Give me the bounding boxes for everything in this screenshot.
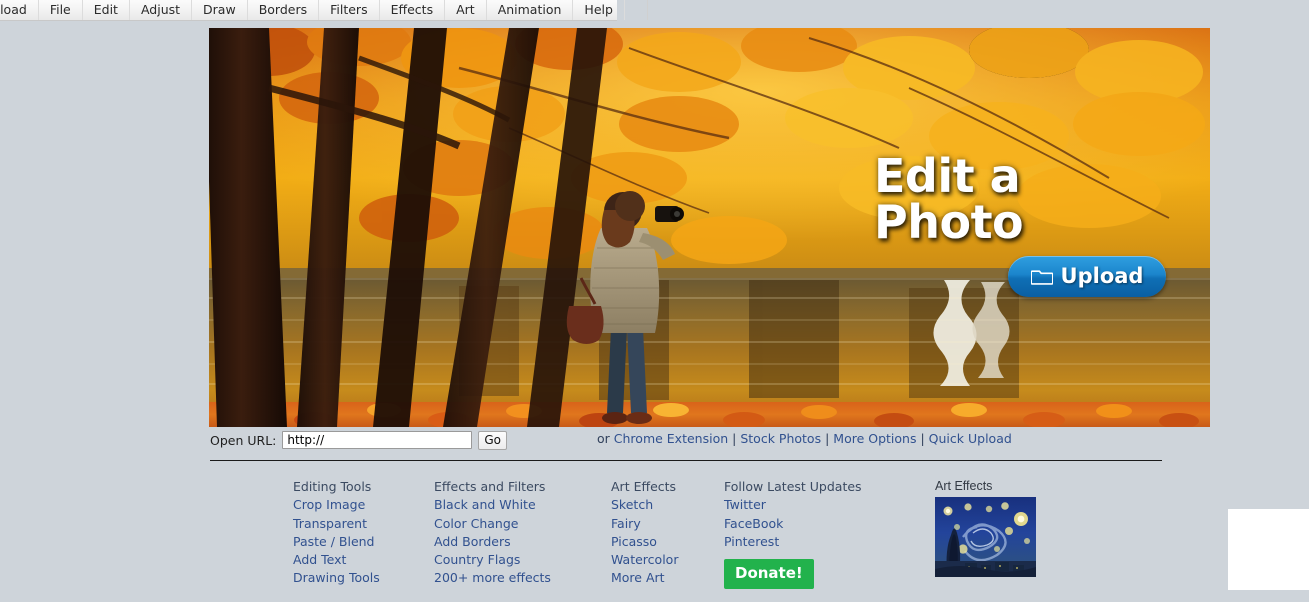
folder-icon xyxy=(1030,270,1053,285)
more-options-link[interactable]: More Options xyxy=(833,431,916,446)
stock-photos-link[interactable]: Stock Photos xyxy=(740,431,821,446)
open-url-row: Open URL: Go xyxy=(210,430,508,450)
footer-link-crop-image[interactable]: Crop Image xyxy=(293,496,434,514)
footer-link-color-change[interactable]: Color Change xyxy=(434,515,611,533)
footer-link-picasso[interactable]: Picasso xyxy=(611,533,724,551)
footer-column-effects-and-filters: Effects and Filters Black and White Colo… xyxy=(434,478,611,588)
footer-column-follow-updates: Follow Latest Updates Twitter FaceBook P… xyxy=(724,478,884,590)
menu-item-art[interactable]: Art xyxy=(445,0,487,20)
footer-column-art-effects: Art Effects Sketch Fairy Picasso Waterco… xyxy=(611,478,724,588)
footer-heading-editing-tools: Editing Tools xyxy=(293,479,372,494)
menu-item-filters[interactable]: Filters xyxy=(319,0,380,20)
footer-link-paste-blend[interactable]: Paste / Blend xyxy=(293,533,434,551)
footer-link-pinterest[interactable]: Pinterest xyxy=(724,533,884,551)
link-separator-2: | xyxy=(825,431,830,446)
footer-link-columns: Editing Tools Crop Image Transparent Pas… xyxy=(293,478,884,590)
open-url-input[interactable] xyxy=(282,431,473,449)
upload-button-label: Upload xyxy=(1060,264,1144,288)
menu-item-upload[interactable]: Upload xyxy=(0,0,39,20)
quick-upload-link[interactable]: Quick Upload xyxy=(929,431,1012,446)
footer-link-drawing-tools[interactable]: Drawing Tools xyxy=(293,569,434,587)
link-separator-3: | xyxy=(920,431,925,446)
menu-item-edit[interactable]: Edit xyxy=(83,0,130,20)
open-url-label: Open URL: xyxy=(210,432,277,448)
footer-heading-follow-updates: Follow Latest Updates xyxy=(724,479,862,494)
footer-link-facebook[interactable]: FaceBook xyxy=(724,515,884,533)
footer-link-country-flags[interactable]: Country Flags xyxy=(434,551,611,569)
footer-link-twitter[interactable]: Twitter xyxy=(724,496,884,514)
menu-item-borders[interactable]: Borders xyxy=(248,0,320,20)
footer-link-add-borders[interactable]: Add Borders xyxy=(434,533,611,551)
art-effects-caption: Art Effects xyxy=(935,479,993,493)
starry-night-thumbnail[interactable] xyxy=(935,497,1036,577)
menu-item-help[interactable]: Help xyxy=(573,0,625,20)
footer-heading-art-effects: Art Effects xyxy=(611,479,677,494)
menu-item-file[interactable]: File xyxy=(39,0,83,20)
link-separator-1: | xyxy=(732,431,737,446)
footer-link-sketch[interactable]: Sketch xyxy=(611,496,724,514)
hero-side-links: or Chrome Extension | Stock Photos | Mor… xyxy=(597,431,1012,446)
hero-photo-artwork xyxy=(209,28,1210,427)
menu-item-adjust[interactable]: Adjust xyxy=(130,0,193,20)
footer-link-watercolor[interactable]: Watercolor xyxy=(611,551,724,569)
main-menu-bar: Upload File Edit Adjust Draw Borders Fil… xyxy=(0,0,648,21)
art-effects-promo: Art Effects xyxy=(935,478,1039,577)
footer-column-editing-tools: Editing Tools Crop Image Transparent Pas… xyxy=(293,478,434,588)
menu-bar-filler xyxy=(625,0,648,20)
footer-link-transparent[interactable]: Transparent xyxy=(293,515,434,533)
footer-link-black-and-white[interactable]: Black and White xyxy=(434,496,611,514)
footer-link-fairy[interactable]: Fairy xyxy=(611,515,724,533)
footer-link-add-text[interactable]: Add Text xyxy=(293,551,434,569)
donate-button[interactable]: Donate! xyxy=(724,559,814,590)
hero-photo: Edit a Photo xyxy=(209,28,1210,427)
upload-button[interactable]: Upload xyxy=(1008,256,1166,297)
menu-item-draw[interactable]: Draw xyxy=(192,0,248,20)
footer-link-more-effects[interactable]: 200+ more effects xyxy=(434,569,611,587)
links-prefix: or xyxy=(597,431,610,446)
footer-heading-effects-and-filters: Effects and Filters xyxy=(434,479,546,494)
section-divider xyxy=(210,460,1162,461)
ad-placeholder[interactable] xyxy=(1228,509,1309,590)
chrome-extension-link[interactable]: Chrome Extension xyxy=(614,431,728,446)
menu-item-animation[interactable]: Animation xyxy=(487,0,574,20)
menu-item-effects[interactable]: Effects xyxy=(380,0,446,20)
go-button[interactable]: Go xyxy=(478,430,508,450)
footer-link-more-art[interactable]: More Art xyxy=(611,569,724,587)
